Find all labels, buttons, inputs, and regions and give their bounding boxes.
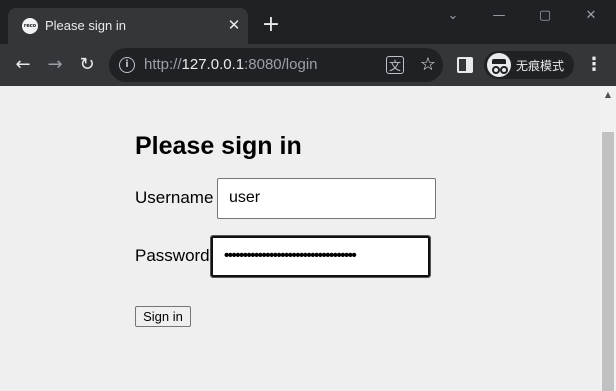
sign-in-button[interactable]: Sign in: [135, 306, 191, 327]
incognito-label: 无痕模式: [516, 59, 565, 73]
page-viewport: Please sign in Username user Password ••…: [0, 86, 600, 391]
tab-strip: reco Please sign in ✕ + ⌄ — ▢ ✕: [0, 0, 616, 44]
username-input[interactable]: user: [217, 178, 436, 219]
url-scheme: http://: [144, 56, 182, 73]
tab-title: Please sign in: [45, 18, 126, 33]
menu-icon[interactable]: ⋮: [584, 52, 604, 78]
url-host: 127.0.0.1: [181, 56, 245, 73]
new-tab-button[interactable]: +: [259, 14, 283, 38]
side-panel-icon[interactable]: [457, 57, 473, 73]
bookmark-star-icon[interactable]: ☆: [416, 53, 440, 77]
reload-button[interactable]: ↻: [74, 52, 100, 78]
url-path: :8080/login: [244, 56, 318, 73]
back-button[interactable]: ←: [10, 52, 36, 78]
site-info-icon[interactable]: i: [119, 57, 135, 73]
password-label: Password: [135, 246, 210, 265]
tab-close-icon[interactable]: ✕: [224, 15, 244, 35]
page-title: Please sign in: [135, 132, 302, 160]
incognito-indicator[interactable]: 无痕模式: [484, 51, 574, 79]
tab-login[interactable]: reco Please sign in ✕: [8, 8, 248, 44]
url-text[interactable]: http://127.0.0.1:8080/login: [144, 56, 318, 73]
incognito-icon: [487, 53, 511, 77]
close-window-button[interactable]: ✕: [579, 6, 603, 26]
favicon-icon: reco: [22, 18, 38, 34]
maximize-button[interactable]: ▢: [533, 6, 557, 26]
tab-search-icon[interactable]: ⌄: [441, 6, 465, 26]
minimize-button[interactable]: —: [487, 6, 511, 26]
forward-button[interactable]: →: [42, 52, 68, 78]
password-mask: •••••••••••••••••••••••••••••••••••: [224, 247, 357, 264]
scroll-thumb[interactable]: [602, 132, 614, 391]
scroll-up-arrow-icon[interactable]: ▲: [600, 88, 616, 102]
password-input[interactable]: •••••••••••••••••••••••••••••••••••: [210, 235, 431, 278]
address-bar[interactable]: i http://127.0.0.1:8080/login 文 ☆: [109, 48, 443, 82]
browser-toolbar: ← → ↻ i http://127.0.0.1:8080/login 文 ☆ …: [0, 44, 616, 86]
username-label: Username: [135, 188, 214, 207]
vertical-scrollbar[interactable]: ▲: [600, 86, 616, 391]
translate-icon[interactable]: 文: [386, 56, 404, 74]
